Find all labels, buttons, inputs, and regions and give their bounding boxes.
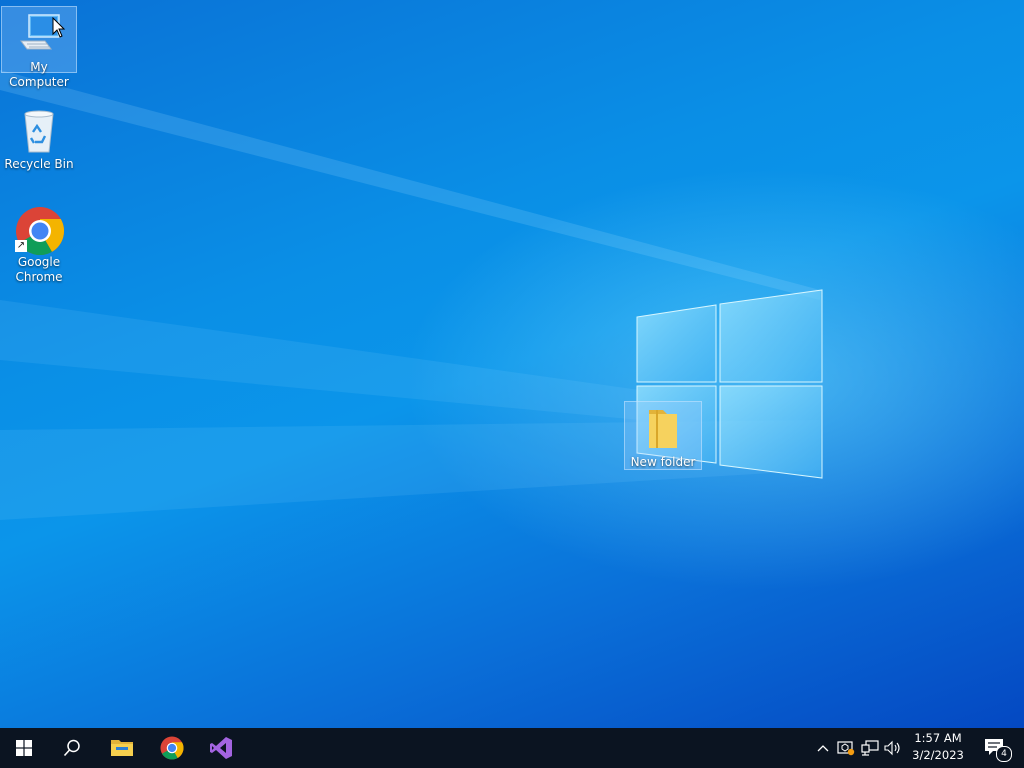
search-button[interactable] xyxy=(48,728,96,768)
notification-count-badge: 4 xyxy=(996,746,1012,762)
desktop-icon-label: Google Chrome xyxy=(15,255,63,284)
chevron-up-icon xyxy=(817,745,829,752)
action-center-button[interactable]: 4 xyxy=(978,732,1014,764)
windows-start-icon xyxy=(16,740,32,756)
volume-icon xyxy=(884,740,900,756)
tray-volume[interactable] xyxy=(883,738,903,758)
visual-studio-icon xyxy=(210,737,232,759)
network-icon xyxy=(861,740,879,756)
desktop-icon-new-folder[interactable]: New folder xyxy=(624,401,702,470)
taskbar: 1:57 AM 3/2/2023 4 xyxy=(0,728,1024,768)
wallpaper-beams xyxy=(0,70,820,520)
desktop-icon-recycle-bin[interactable]: Recycle Bin xyxy=(1,104,77,174)
folder-icon xyxy=(639,406,687,454)
clock-time: 1:57 AM xyxy=(914,731,962,745)
tray-security[interactable] xyxy=(836,738,856,758)
desktop-icon-label: New folder xyxy=(630,455,696,469)
desktop-icon-label: Recycle Bin xyxy=(4,157,74,171)
start-button[interactable] xyxy=(0,728,48,768)
show-hidden-icons-button[interactable] xyxy=(813,738,833,758)
clock[interactable]: 1:57 AM 3/2/2023 xyxy=(906,730,970,766)
desktop[interactable]: My Computer Recycle Bin ↗ Google Chrome … xyxy=(0,0,1024,728)
desktop-icon-google-chrome[interactable]: ↗ Google Chrome xyxy=(1,202,77,290)
taskbar-visual-studio[interactable] xyxy=(197,728,245,768)
mouse-cursor-icon xyxy=(52,17,66,38)
chrome-icon: ↗ xyxy=(15,206,65,256)
search-icon xyxy=(63,739,80,757)
taskbar-file-explorer[interactable] xyxy=(98,728,146,768)
clock-date: 3/2/2023 xyxy=(912,748,964,762)
recycle-bin-icon xyxy=(15,108,63,156)
taskbar-chrome[interactable] xyxy=(148,728,196,768)
desktop-icon-label: My Computer xyxy=(9,60,69,89)
security-icon xyxy=(837,741,855,756)
tray-network[interactable] xyxy=(860,738,880,758)
shortcut-arrow-icon: ↗ xyxy=(15,240,27,252)
folder-icon xyxy=(111,740,133,756)
chrome-icon xyxy=(160,736,184,760)
